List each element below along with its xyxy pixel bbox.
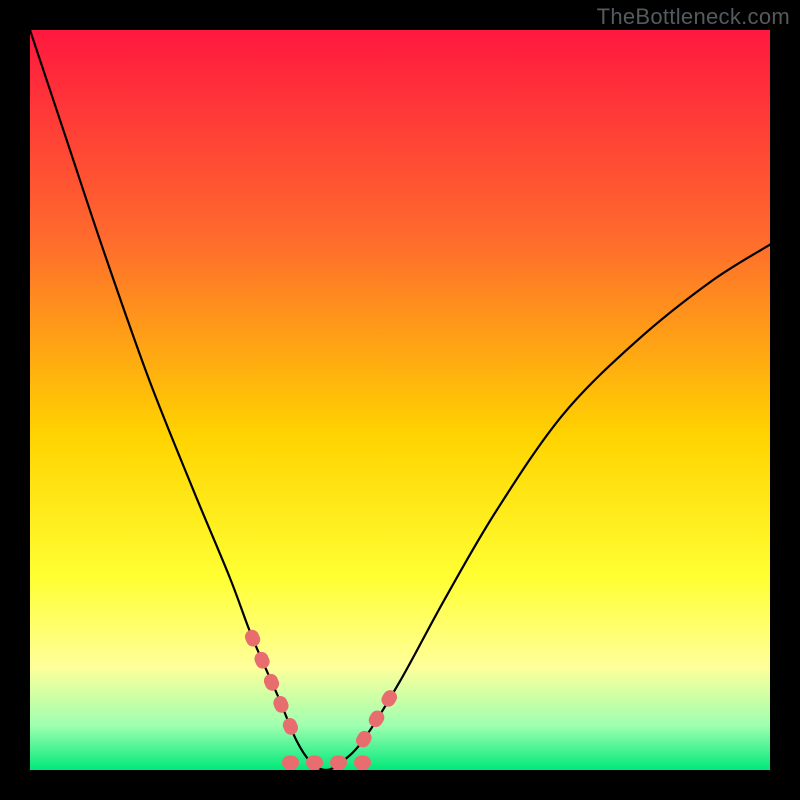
plot-background [30,30,770,770]
attribution-text: TheBottleneck.com [597,4,790,30]
outer-frame: TheBottleneck.com [0,0,800,800]
bottleneck-chart [0,0,800,800]
